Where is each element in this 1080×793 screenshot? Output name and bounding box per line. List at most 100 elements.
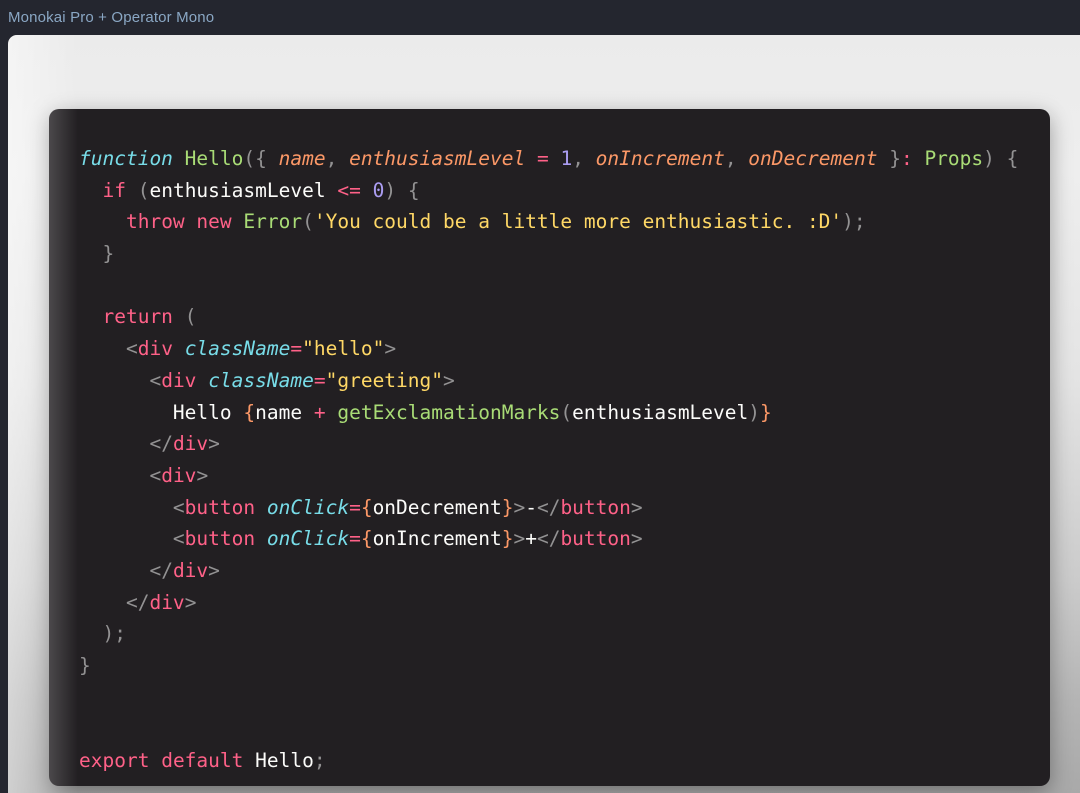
code-token: button xyxy=(560,527,631,551)
code-token: { xyxy=(243,400,256,424)
code-token: enthusiasmLevel xyxy=(572,400,749,424)
code-token: onClick xyxy=(266,495,350,519)
code-token: ; xyxy=(853,210,866,234)
code-token: + xyxy=(313,400,326,424)
code-token: > xyxy=(630,495,643,519)
code-token: Props xyxy=(924,147,984,170)
code-token: div xyxy=(172,432,209,456)
code-token: return xyxy=(102,305,173,329)
code-token: Error xyxy=(243,210,303,234)
code-line: <button onClick={onDecrement}>-</button> xyxy=(79,492,1018,524)
code-token: 0 xyxy=(372,178,385,202)
code-token: name xyxy=(278,147,326,170)
code-token: } xyxy=(102,242,115,266)
code-token: < xyxy=(149,368,162,392)
code-token: > xyxy=(184,590,197,614)
code-line: } xyxy=(79,650,1018,682)
code-token: > xyxy=(208,558,220,582)
code-token: Hello xyxy=(184,147,244,170)
code-token: > xyxy=(630,527,643,551)
code-token: < xyxy=(149,463,162,487)
code-token: <= xyxy=(337,178,361,202)
code-token: , xyxy=(325,147,350,170)
code-token: new xyxy=(196,210,232,234)
code-token: function xyxy=(79,147,173,170)
code-token: getExclamationMarks xyxy=(337,400,561,424)
code-token: ) xyxy=(384,178,397,202)
card-frame: function Hello ( { name, enthusiasmLevel =… xyxy=(8,35,1080,793)
code-token: = xyxy=(349,527,361,551)
code-token: + xyxy=(525,527,537,551)
code-token: onClick xyxy=(266,527,350,551)
code-token: default xyxy=(161,749,244,773)
code-token: < xyxy=(125,337,138,361)
code-token: enthusiasmLevel xyxy=(349,147,526,170)
code-token: onDecrement xyxy=(748,147,878,170)
code-token: "hello" xyxy=(302,337,385,361)
code-token: </ xyxy=(125,590,150,614)
code-token: < xyxy=(172,495,185,519)
code-token: > xyxy=(513,527,526,551)
code-token: ( xyxy=(302,210,314,234)
code-line: <div> xyxy=(79,460,1018,492)
code-token: { xyxy=(407,178,420,202)
code-line: ); xyxy=(79,618,1018,650)
code-line: <div className="greeting"> xyxy=(79,365,1018,397)
code-token: div xyxy=(149,590,185,614)
code-token: div xyxy=(172,558,209,582)
code-line: function Hello({ name, enthusiasmLevel =… xyxy=(79,143,1018,175)
code-token: div xyxy=(137,337,173,361)
code-token: > xyxy=(196,463,209,487)
code-token: throw xyxy=(125,210,185,234)
code-line: return ( xyxy=(79,301,1018,333)
code-token: button xyxy=(184,495,256,519)
code-token: > xyxy=(443,368,455,392)
page-title: Monokai Pro + Operator Mono xyxy=(8,8,215,26)
code-token: button xyxy=(560,495,631,519)
code-token: ; xyxy=(114,622,126,646)
code-token: ; xyxy=(313,749,326,773)
code-token: div xyxy=(161,368,197,392)
code-token: = xyxy=(349,495,361,519)
code-token: , xyxy=(724,147,749,170)
code-line: export default Hello; xyxy=(79,745,1018,777)
code-token: ( xyxy=(560,400,573,424)
code-block[interactable]: function Hello ( { name, enthusiasmLevel =… xyxy=(49,109,1018,777)
code-token: className xyxy=(184,337,291,361)
code-line: <div className="hello"> xyxy=(79,333,1018,365)
code-token: = xyxy=(536,147,549,170)
code-token: </ xyxy=(536,495,561,519)
code-token: } xyxy=(889,147,901,170)
code-token: 1 xyxy=(560,147,573,170)
code-token: onDecrement xyxy=(372,495,502,519)
code-token: className xyxy=(208,368,314,392)
code-token: - xyxy=(525,495,537,519)
code-token: } xyxy=(760,400,772,424)
code-token: : xyxy=(900,147,913,170)
code-panel[interactable]: function Hello ( { name, enthusiasmLevel =… xyxy=(49,109,1050,786)
